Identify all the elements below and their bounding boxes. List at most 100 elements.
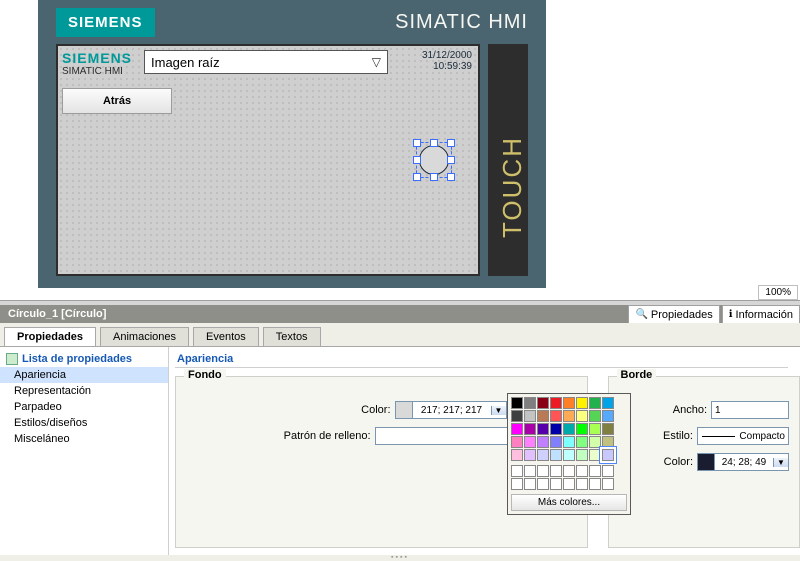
palette-cell[interactable] [602,423,614,435]
palette-cell[interactable] [563,449,575,461]
recent-color-cell[interactable] [537,465,549,477]
resize-handle[interactable] [413,156,421,164]
inspector-title-bar: Círculo_1 [Círculo] 🔍 Propiedades ℹ Info… [0,305,800,323]
fondo-color-field[interactable]: 217; 217; 217 ▼ [395,401,507,419]
palette-cell[interactable] [589,410,601,422]
tree-item-estilos[interactable]: Estilos/diseños [0,415,168,431]
device-title: SIMATIC HMI [395,11,528,34]
tree-item-parpadeo[interactable]: Parpadeo [0,399,168,415]
palette-cell[interactable] [602,449,614,461]
palette-cell[interactable] [550,436,562,448]
resize-handle[interactable] [413,139,421,147]
selected-circle-object[interactable] [416,142,452,178]
palette-cell[interactable] [511,436,523,448]
palette-cell[interactable] [589,449,601,461]
resize-handle[interactable] [447,156,455,164]
palette-cell[interactable] [602,410,614,422]
palette-cell[interactable] [550,410,562,422]
borde-style-value: Compacto [739,431,788,442]
recent-color-cell[interactable] [602,465,614,477]
palette-cell[interactable] [550,397,562,409]
dropdown-icon[interactable]: ▼ [491,406,506,415]
info-icon: ℹ [729,309,733,320]
palette-cell[interactable] [576,436,588,448]
recent-color-cell[interactable] [576,465,588,477]
resize-handle[interactable] [447,173,455,181]
recent-color-cell[interactable] [511,465,523,477]
resize-handle[interactable] [430,139,438,147]
recent-color-cell[interactable] [550,478,562,490]
palette-cell[interactable] [550,423,562,435]
root-screen-dropdown[interactable]: Imagen raíz ▽ [144,50,388,74]
palette-cell[interactable] [524,423,536,435]
recent-color-cell[interactable] [589,465,601,477]
back-button[interactable]: Atrás [62,88,172,114]
borde-color-field[interactable]: 24; 28; 49 ▼ [697,453,789,471]
tab-info-right[interactable]: ℹ Información [722,305,800,323]
resize-handle[interactable] [430,173,438,181]
palette-cell[interactable] [589,423,601,435]
palette-cell[interactable] [589,397,601,409]
palette-cell[interactable] [537,436,549,448]
tab-textos[interactable]: Textos [263,327,321,346]
recent-color-cell[interactable] [563,465,575,477]
palette-cell[interactable] [511,397,523,409]
tree-item-apariencia[interactable]: Apariencia [0,367,168,383]
recent-color-cell[interactable] [576,478,588,490]
palette-cell[interactable] [563,397,575,409]
palette-cell[interactable] [576,449,588,461]
borde-color-swatch [698,454,715,470]
brand-logo: SIEMENS [56,8,155,37]
resize-handle[interactable] [447,139,455,147]
tab-eventos[interactable]: Eventos [193,327,259,346]
tree-header[interactable]: Lista de propiedades [0,351,168,367]
panel-drag-handle[interactable]: ▪▪▪▪ [0,555,800,561]
recent-color-cell[interactable] [524,465,536,477]
more-colors-button[interactable]: Más colores... [511,494,627,511]
palette-cell[interactable] [550,449,562,461]
recent-color-cell[interactable] [511,478,523,490]
recent-color-cell[interactable] [550,465,562,477]
dropdown-icon[interactable]: ▼ [773,458,788,467]
recent-color-cell[interactable] [537,478,549,490]
property-form: Apariencia Fondo Color: 217; 217; 217 ▼ [169,347,800,555]
recent-color-cell[interactable] [602,478,614,490]
palette-cell[interactable] [524,436,536,448]
palette-cell[interactable] [537,410,549,422]
palette-cell[interactable] [563,423,575,435]
tab-properties-right[interactable]: 🔍 Propiedades [628,305,719,323]
borde-style-field[interactable]: Compacto [697,427,789,445]
resize-handle[interactable] [413,173,421,181]
palette-cell[interactable] [524,449,536,461]
palette-cell[interactable] [602,397,614,409]
properties-icon: 🔍 [635,309,647,320]
palette-cell[interactable] [511,410,523,422]
borde-width-field[interactable]: 1 [711,401,789,419]
color-picker-popup: Más colores... [507,393,631,515]
palette-cell[interactable] [563,436,575,448]
tree-item-representacion[interactable]: Representación [0,383,168,399]
palette-cell[interactable] [589,436,601,448]
palette-cell[interactable] [537,423,549,435]
screen-brand-block: SIEMENS SIMATIC HMI [62,50,132,77]
recent-color-cell[interactable] [589,478,601,490]
palette-cell[interactable] [511,423,523,435]
palette-cell[interactable] [537,449,549,461]
recent-color-cell[interactable] [524,478,536,490]
palette-cell[interactable] [524,397,536,409]
section-title: Apariencia [175,353,788,368]
tree-item-miscelaneo[interactable]: Misceláneo [0,431,168,447]
tab-animaciones[interactable]: Animaciones [100,327,189,346]
palette-cell[interactable] [537,397,549,409]
palette-cell[interactable] [576,410,588,422]
palette-cell[interactable] [602,436,614,448]
palette-cell[interactable] [524,410,536,422]
palette-cell[interactable] [576,397,588,409]
tab-propiedades[interactable]: Propiedades [4,327,96,346]
zoom-indicator[interactable]: 100% [758,285,798,300]
hmi-screen-canvas[interactable]: SIEMENS SIMATIC HMI Imagen raíz ▽ 31/12/… [56,44,480,276]
palette-cell[interactable] [563,410,575,422]
palette-cell[interactable] [511,449,523,461]
recent-color-cell[interactable] [563,478,575,490]
palette-cell[interactable] [576,423,588,435]
